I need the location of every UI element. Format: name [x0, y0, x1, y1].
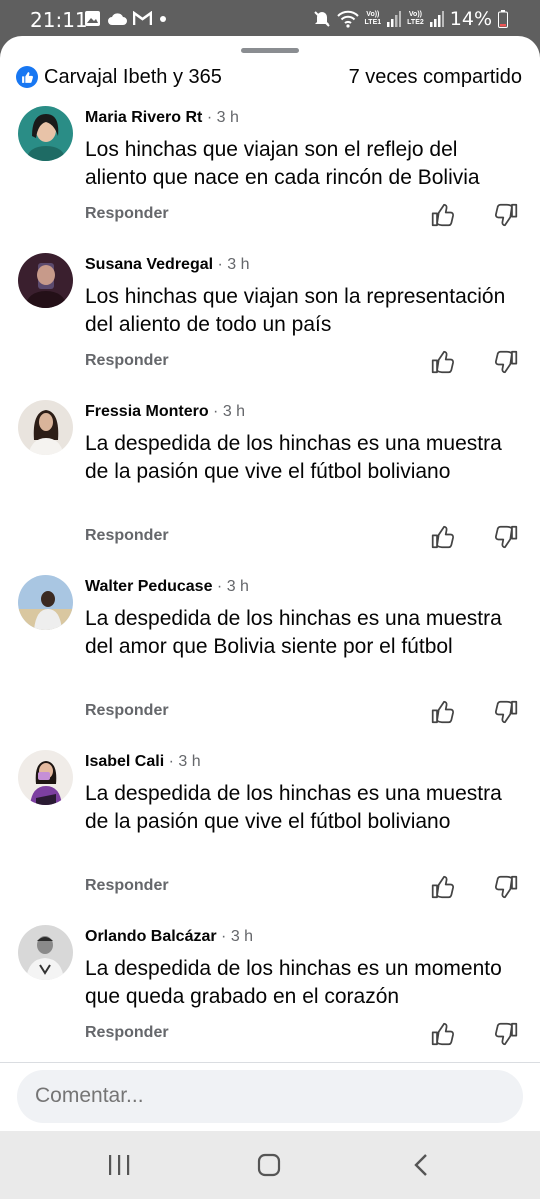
- battery-percent: 14%: [449, 8, 492, 30]
- gallery-icon: [85, 11, 100, 26]
- status-bar: 21:11 Vo)) LTE1 Vo)) LTE2 14%: [0, 0, 540, 38]
- recent-apps-button[interactable]: [104, 1151, 134, 1179]
- comment-header: Walter Peducase · 3 h: [85, 578, 249, 596]
- reply-button[interactable]: Responder: [85, 205, 169, 223]
- status-notification-icons: [84, 10, 168, 27]
- system-nav-bar: [0, 1131, 540, 1199]
- shares-count[interactable]: 7 veces compartido: [349, 66, 522, 89]
- comment-author[interactable]: Susana Vedregal: [85, 256, 213, 273]
- comment-header: Isabel Cali · 3 h: [85, 753, 201, 771]
- upvote-icon[interactable]: [430, 1021, 456, 1047]
- comment-text: La despedida de los hinchas es una muest…: [85, 432, 502, 483]
- comments-sheet: Carvajal Ibeth y 365 7 veces compartido …: [0, 36, 540, 1131]
- avatar[interactable]: [18, 925, 73, 980]
- reply-button[interactable]: Responder: [85, 1024, 169, 1042]
- dot-icon: [160, 15, 166, 22]
- reactions-header: Carvajal Ibeth y 365 7 veces compartido: [0, 64, 540, 94]
- downvote-icon[interactable]: [493, 699, 519, 725]
- mute-icon: [313, 11, 330, 27]
- cloud-icon: [108, 13, 127, 25]
- avatar[interactable]: [18, 750, 73, 805]
- comment-input[interactable]: [35, 1084, 495, 1108]
- home-button[interactable]: [254, 1151, 284, 1179]
- reply-button[interactable]: Responder: [85, 702, 169, 720]
- upvote-icon[interactable]: [430, 202, 456, 228]
- upvote-icon[interactable]: [430, 349, 456, 375]
- comment-time: · 3 h: [208, 403, 246, 420]
- sim1-label: Vo)) LTE1: [364, 11, 382, 26]
- comment-author[interactable]: Walter Peducase: [85, 578, 212, 595]
- comment-text: Los hinchas que viajan son el reflejo de…: [85, 138, 480, 189]
- avatar[interactable]: [18, 575, 73, 630]
- upvote-icon[interactable]: [430, 699, 456, 725]
- reactions-summary[interactable]: Carvajal Ibeth y 365: [44, 66, 222, 89]
- comment-text: Los hinchas que viajan son la representa…: [85, 285, 506, 336]
- signal-icon: [387, 11, 402, 27]
- comment-text: La despedida de los hinchas es un moment…: [85, 957, 502, 1008]
- comment-time: · 3 h: [212, 578, 249, 595]
- like-reaction-icon[interactable]: [16, 66, 38, 88]
- comment-time: · 3 h: [213, 256, 250, 273]
- upvote-icon[interactable]: [430, 874, 456, 900]
- recent-apps-icon: [109, 1155, 130, 1175]
- comment-header: Fressia Montero · 3 h: [85, 403, 245, 421]
- comment-header: Orlando Balcázar · 3 h: [85, 928, 253, 946]
- home-icon: [257, 1153, 281, 1177]
- back-icon: [414, 1154, 427, 1176]
- comment-time: · 3 h: [164, 753, 201, 770]
- downvote-icon[interactable]: [493, 524, 519, 550]
- gmail-icon: [133, 11, 152, 25]
- composer-divider: [0, 1062, 540, 1063]
- reply-button[interactable]: Responder: [85, 877, 169, 895]
- comment-author[interactable]: Isabel Cali: [85, 753, 164, 770]
- back-button[interactable]: [406, 1151, 436, 1179]
- status-system-icons: Vo)) LTE1 Vo)) LTE2 14%: [313, 8, 508, 30]
- avatar[interactable]: [18, 400, 73, 455]
- reply-button[interactable]: Responder: [85, 527, 169, 545]
- battery-icon: [498, 10, 508, 28]
- downvote-icon[interactable]: [493, 874, 519, 900]
- upvote-icon[interactable]: [430, 524, 456, 550]
- comment-text: La despedida de los hinchas es una muest…: [85, 782, 502, 833]
- downvote-icon[interactable]: [493, 1021, 519, 1047]
- avatar[interactable]: [18, 106, 73, 161]
- downvote-icon[interactable]: [493, 349, 519, 375]
- comment-time: · 3 h: [202, 109, 239, 126]
- comment-author[interactable]: Maria Rivero Rt: [85, 109, 202, 126]
- reply-button[interactable]: Responder: [85, 352, 169, 370]
- avatar[interactable]: [18, 253, 73, 308]
- sim2-label: Vo)) LTE2: [407, 11, 424, 26]
- status-time: 21:11: [30, 8, 88, 32]
- comment-composer[interactable]: [17, 1070, 523, 1123]
- comment-text: La despedida de los hinchas es una muest…: [85, 607, 502, 658]
- comment-header: Susana Vedregal · 3 h: [85, 256, 250, 274]
- downvote-icon[interactable]: [493, 202, 519, 228]
- comment-author[interactable]: Fressia Montero: [85, 403, 209, 420]
- signal-icon: [429, 11, 444, 27]
- comment-time: · 3 h: [216, 928, 254, 945]
- wifi-icon: [336, 10, 359, 28]
- sheet-drag-handle[interactable]: [241, 48, 299, 53]
- comment-header: Maria Rivero Rt · 3 h: [85, 109, 239, 127]
- comment-author[interactable]: Orlando Balcázar: [85, 928, 217, 945]
